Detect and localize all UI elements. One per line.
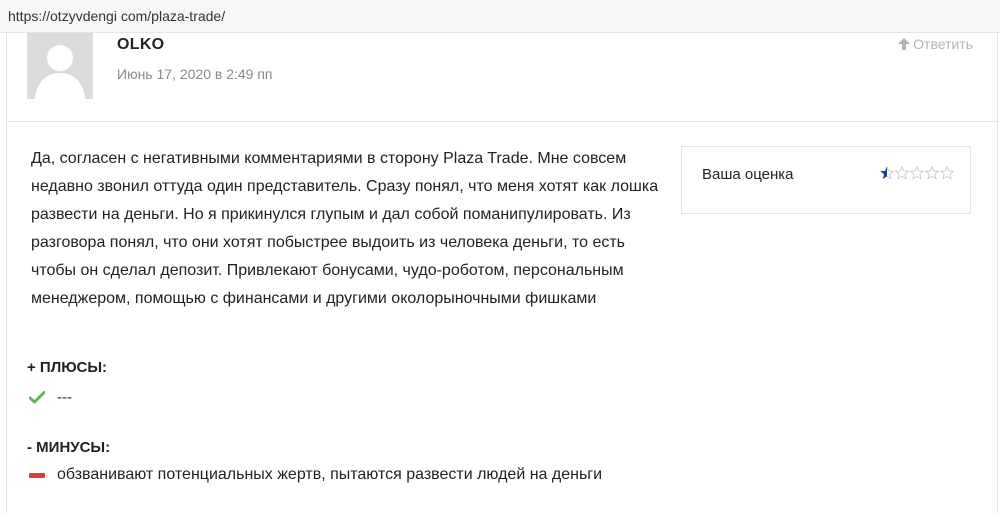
pros-item-text: --- <box>57 389 72 406</box>
check-icon <box>29 391 45 404</box>
star-icon[interactable] <box>880 166 894 180</box>
user-silhouette-icon <box>27 33 93 99</box>
reply-button[interactable]: Ответить <box>898 36 973 52</box>
comment-card: OLKO Июнь 17, 2020 в 2:49 пп Ответить Да… <box>6 33 998 513</box>
url-text[interactable]: https://otzyvdengi com/plaza-trade/ <box>8 8 225 24</box>
star-icon[interactable] <box>895 166 909 180</box>
reply-label: Ответить <box>913 36 973 52</box>
pros-item: --- <box>29 389 72 406</box>
cons-item: обзванивают потенциальных жертв, пытаютс… <box>29 466 602 484</box>
cons-title: - МИНУСЫ: <box>27 439 111 456</box>
comment-date[interactable]: Июнь 17, 2020 в 2:49 пп <box>117 66 273 82</box>
avatar <box>27 33 93 99</box>
arrow-up-icon <box>898 38 911 50</box>
comment-text: Да, согласен с негативными комментариями… <box>31 150 659 307</box>
rating-box: Ваша оценка <box>681 146 971 214</box>
pros-title: + ПЛЮСЫ: <box>27 359 108 376</box>
star-rating[interactable] <box>880 166 954 180</box>
rating-label: Ваша оценка <box>702 166 794 183</box>
star-icon[interactable] <box>910 166 924 180</box>
address-bar[interactable]: https://otzyvdengi com/plaza-trade/ <box>0 0 1000 33</box>
comment-author[interactable]: OLKO <box>117 36 164 54</box>
star-icon[interactable] <box>925 166 939 180</box>
star-icon[interactable] <box>940 166 954 180</box>
minus-icon <box>29 472 45 478</box>
cons-item-text: обзванивают потенциальных жертв, пытаютс… <box>57 466 603 483</box>
comment-header: OLKO Июнь 17, 2020 в 2:49 пп Ответить <box>7 33 997 122</box>
